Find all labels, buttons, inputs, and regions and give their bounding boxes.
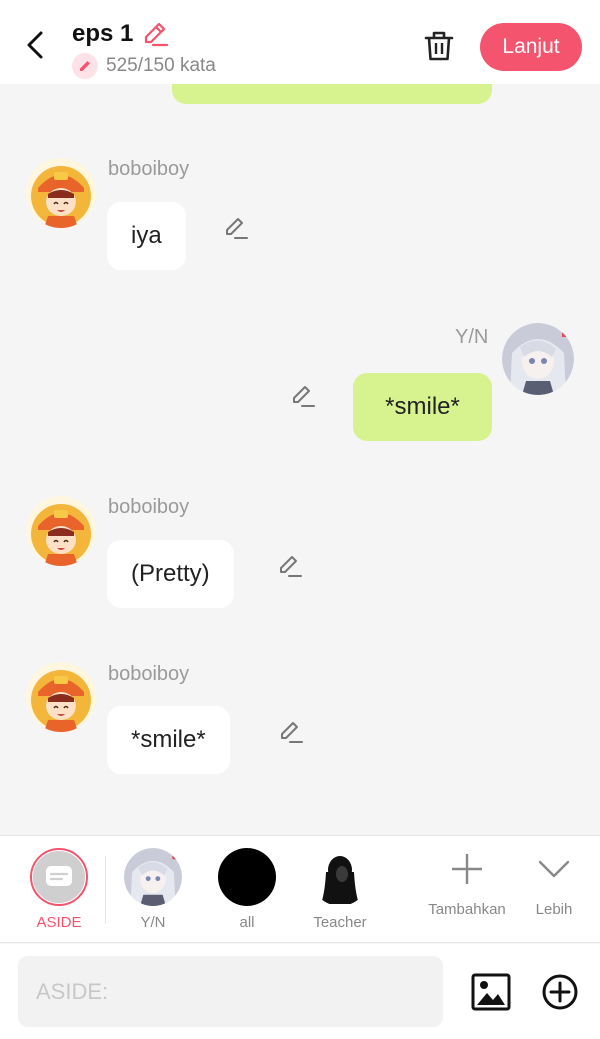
word-count-row: 525/150 kata <box>72 53 216 79</box>
silhouette-icon <box>321 856 359 904</box>
trash-icon <box>424 31 454 61</box>
chevron-wrap <box>525 846 583 892</box>
edit-message-button[interactable] <box>277 718 305 746</box>
boboiboy-avatar-image <box>26 662 96 732</box>
message-input[interactable] <box>18 956 443 1027</box>
black-circle-avatar <box>218 848 276 906</box>
character-label: Teacher <box>313 914 367 931</box>
insert-image-button[interactable] <box>470 972 512 1012</box>
boboiboy-avatar-image <box>26 496 96 566</box>
back-button[interactable] <box>20 28 50 62</box>
character-selector: ASIDE Y/N all Teacher Tambahkan Lebih <box>0 835 600 943</box>
plus-circle-icon <box>542 974 578 1010</box>
add-label: Tambahkan <box>428 901 506 918</box>
message-bubble[interactable]: *smile* <box>107 706 230 774</box>
silhouette-avatar <box>311 848 369 906</box>
divider <box>105 856 106 924</box>
pencil-icon <box>280 556 302 577</box>
chevron-down-icon <box>538 860 570 878</box>
avatar-boboiboy[interactable] <box>26 158 96 228</box>
message-bubble[interactable]: (Pretty) <box>107 540 234 608</box>
sender-name: boboiboy <box>108 158 190 180</box>
edit-message-button[interactable] <box>222 214 250 242</box>
sender-name: Y/N <box>455 326 489 348</box>
yn-avatar-image <box>502 323 574 395</box>
edit-message-button[interactable] <box>289 382 317 410</box>
avatar-boboiboy[interactable] <box>26 496 96 566</box>
avatar-boboiboy[interactable] <box>26 662 96 732</box>
yn-avatar <box>124 848 182 906</box>
delete-button[interactable] <box>422 28 456 64</box>
aside-icon <box>33 851 85 903</box>
character-label: ASIDE <box>36 914 82 931</box>
yn-avatar-image <box>124 848 182 906</box>
pencil-icon <box>145 22 169 47</box>
add-character-button[interactable]: Tambahkan <box>422 836 512 944</box>
character-teacher[interactable]: Teacher <box>305 836 375 944</box>
boboiboy-avatar-image <box>26 158 96 228</box>
plus-icon <box>452 854 482 884</box>
message-bubble-partial[interactable] <box>172 84 492 104</box>
sender-name: boboiboy <box>108 663 190 685</box>
message-bubble[interactable]: *smile* <box>353 373 492 441</box>
input-bar <box>0 944 600 1039</box>
image-icon <box>471 973 511 1011</box>
character-label: all <box>239 914 255 931</box>
avatar-yn[interactable] <box>502 323 574 395</box>
sender-name: boboiboy <box>108 496 190 518</box>
more-label: Lebih <box>535 901 573 918</box>
edit-message-button[interactable] <box>276 552 304 580</box>
add-button[interactable] <box>540 972 580 1012</box>
top-bar: eps 1 525/150 kata Lanjut <box>0 0 600 84</box>
character-yn[interactable]: Y/N <box>118 836 188 944</box>
word-count-text: 525/150 kata <box>106 55 216 76</box>
pencil-icon <box>293 386 315 407</box>
next-button[interactable]: Lanjut <box>480 23 582 71</box>
aside-avatar <box>30 848 88 906</box>
more-button[interactable]: Lebih <box>522 836 586 944</box>
chat-area[interactable]: boboiboy iya Y/N *smile* boboiboy (Prett… <box>0 84 600 835</box>
pencil-icon <box>226 218 248 239</box>
character-label: Y/N <box>140 914 166 931</box>
word-count-badge <box>72 53 98 79</box>
pencil-icon <box>281 722 303 743</box>
chevron-left-icon <box>27 31 43 59</box>
title-row: eps 1 <box>72 20 169 48</box>
edit-title-button[interactable] <box>141 20 169 48</box>
character-aside[interactable]: ASIDE <box>22 836 96 944</box>
episode-title: eps 1 <box>72 20 134 47</box>
character-all[interactable]: all <box>212 836 282 944</box>
message-bubble[interactable]: iya <box>107 202 186 270</box>
pencil-icon <box>80 61 90 71</box>
plus-icon-wrap <box>438 846 496 892</box>
